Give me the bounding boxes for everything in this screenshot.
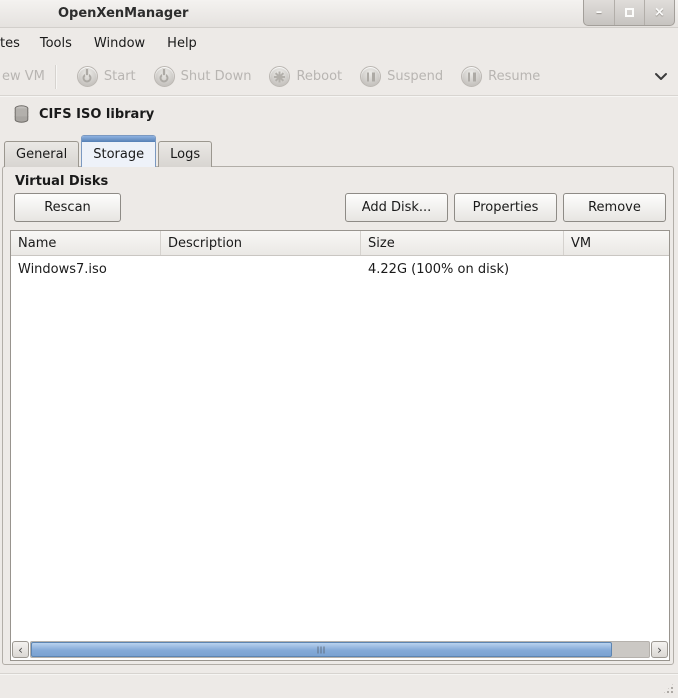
reboot-icon (269, 66, 290, 87)
scrollbar-grip-icon (318, 646, 325, 653)
disk-actions-row: Rescan Add Disk... Properties Remove (14, 193, 666, 222)
titlebar[interactable]: OpenXenManager – × (0, 0, 678, 28)
tab-general-label: General (16, 147, 67, 162)
disk-buttons-right: Add Disk... Properties Remove (345, 193, 666, 222)
start-button[interactable]: Start (68, 61, 145, 93)
shut-down-label: Shut Down (181, 69, 252, 84)
scroll-right-icon: › (657, 644, 662, 656)
column-header-size[interactable]: Size (361, 231, 564, 255)
remove-button[interactable]: Remove (563, 193, 666, 222)
menu-item-templates[interactable]: tes (0, 31, 29, 56)
scrollbar-thumb[interactable] (31, 642, 612, 657)
reboot-button[interactable]: Reboot (260, 61, 351, 93)
window-title: OpenXenManager (58, 6, 188, 21)
resume-label: Resume (488, 69, 540, 84)
tab-logs[interactable]: Logs (158, 141, 212, 167)
new-vm-button[interactable]: ew VM (0, 69, 45, 84)
cell-size: 4.22G (100% on disk) (361, 262, 564, 277)
start-label: Start (104, 69, 136, 84)
column-header-name[interactable]: Name (11, 231, 161, 255)
app-window: OpenXenManager – × tes Tools Window Help… (0, 0, 678, 698)
storage-tab-page: Virtual Disks Rescan Add Disk... Propert… (2, 166, 674, 665)
virtual-disks-heading: Virtual Disks (15, 174, 108, 189)
resize-grip[interactable] (662, 682, 675, 695)
statusbar-separator (0, 673, 678, 675)
toolbar-separator (55, 65, 56, 89)
column-header-description[interactable]: Description (161, 231, 361, 255)
minimize-button[interactable]: – (584, 0, 614, 25)
toolbar: ew VM Start Shut Down Reboot Suspend Res… (0, 58, 678, 96)
list-header: Name Description Size VM (11, 231, 669, 256)
power-icon (154, 66, 175, 87)
menu-item-help[interactable]: Help (156, 31, 208, 56)
close-button[interactable]: × (644, 0, 674, 25)
menubar: tes Tools Window Help (0, 28, 678, 58)
properties-button[interactable]: Properties (454, 193, 557, 222)
reboot-label: Reboot (296, 69, 342, 84)
chevron-down-icon (654, 72, 668, 81)
resume-button[interactable]: Resume (452, 61, 549, 93)
column-header-vm[interactable]: VM (564, 231, 669, 255)
suspend-label: Suspend (387, 69, 443, 84)
tab-bar: General Storage Logs (4, 135, 214, 167)
scroll-right-button[interactable]: › (651, 641, 668, 658)
add-disk-button[interactable]: Add Disk... (345, 193, 448, 222)
scroll-left-button[interactable]: ‹ (12, 641, 29, 658)
suspend-button[interactable]: Suspend (351, 61, 452, 93)
window-controls: – × (583, 0, 675, 26)
tab-storage[interactable]: Storage (81, 135, 156, 167)
table-row[interactable]: Windows7.iso 4.22G (100% on disk) (11, 256, 669, 282)
pause-icon (461, 66, 482, 87)
power-icon (77, 66, 98, 87)
tab-logs-label: Logs (170, 147, 200, 162)
minimize-icon: – (596, 5, 603, 20)
scroll-left-icon: ‹ (18, 644, 23, 656)
maximize-icon (625, 8, 634, 17)
scrollbar-track[interactable] (30, 641, 650, 658)
tab-storage-label: Storage (93, 147, 144, 162)
rescan-button[interactable]: Rescan (14, 193, 121, 222)
menu-item-tools[interactable]: Tools (29, 31, 83, 56)
sr-title: CIFS ISO library (39, 107, 154, 122)
shut-down-button[interactable]: Shut Down (145, 61, 261, 93)
sr-header: CIFS ISO library (13, 105, 154, 123)
tab-general[interactable]: General (4, 141, 79, 167)
toolbar-overflow-button[interactable] (654, 72, 668, 81)
pause-icon (360, 66, 381, 87)
cell-name: Windows7.iso (11, 262, 161, 277)
disk-stack-icon (13, 105, 30, 123)
virtual-disks-list: Name Description Size VM Windows7.iso 4.… (10, 230, 670, 661)
maximize-button[interactable] (614, 0, 644, 25)
horizontal-scrollbar: ‹ › (12, 641, 668, 658)
menu-item-window[interactable]: Window (83, 31, 156, 56)
close-icon: × (654, 5, 665, 20)
